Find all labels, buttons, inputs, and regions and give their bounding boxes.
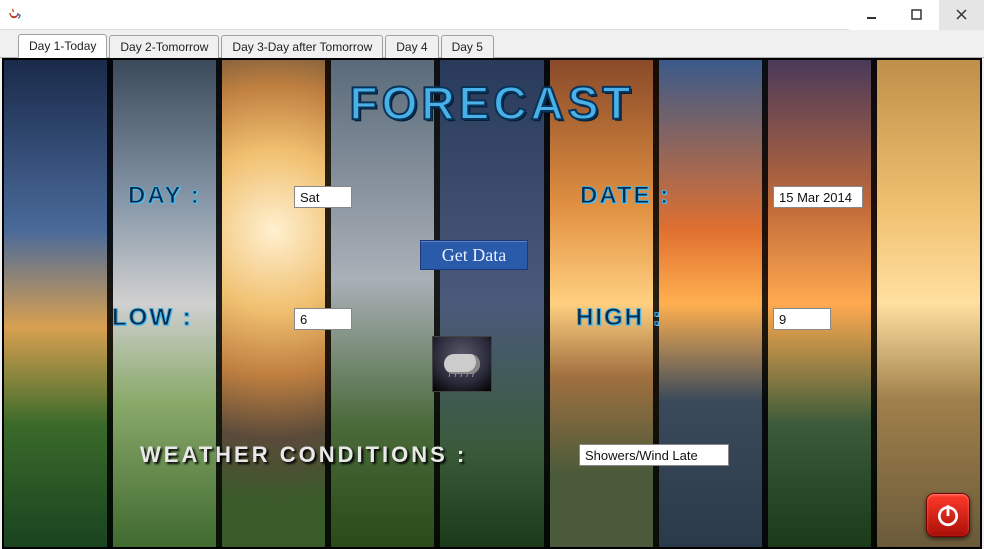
conditions-value: Showers/Wind Late	[579, 444, 729, 466]
maximize-button[interactable]	[894, 0, 939, 30]
day-value: Sat	[294, 186, 352, 208]
minimize-button[interactable]	[849, 0, 894, 30]
low-label: LOW :	[112, 304, 193, 332]
conditions-label: WEATHER CONDITIONS :	[140, 442, 467, 468]
date-label: DATE :	[580, 182, 670, 210]
tab-day3[interactable]: Day 3-Day after Tomorrow	[221, 35, 383, 58]
showers-icon: / / / / /	[432, 336, 492, 392]
forecast-panel: FORECAST DAY : Sat DATE : 15 Mar 2014 Ge…	[2, 58, 982, 549]
tab-bar: Day 1-Today Day 2-Tomorrow Day 3-Day aft…	[0, 30, 984, 58]
titlebar	[0, 0, 984, 30]
tab-day2[interactable]: Day 2-Tomorrow	[109, 35, 219, 58]
java-icon	[6, 7, 22, 23]
high-label: HIGH :	[576, 304, 663, 332]
power-icon	[935, 502, 961, 528]
get-data-button[interactable]: Get Data	[420, 240, 528, 270]
high-value: 9	[773, 308, 831, 330]
close-button[interactable]	[939, 0, 984, 30]
day-label: DAY :	[128, 182, 201, 210]
tab-day1[interactable]: Day 1-Today	[18, 34, 107, 58]
tab-day4[interactable]: Day 4	[385, 35, 438, 58]
date-value: 15 Mar 2014	[773, 186, 863, 208]
page-title: FORECAST	[4, 76, 980, 130]
power-button[interactable]	[926, 493, 970, 537]
tab-day5[interactable]: Day 5	[441, 35, 494, 58]
low-value: 6	[294, 308, 352, 330]
